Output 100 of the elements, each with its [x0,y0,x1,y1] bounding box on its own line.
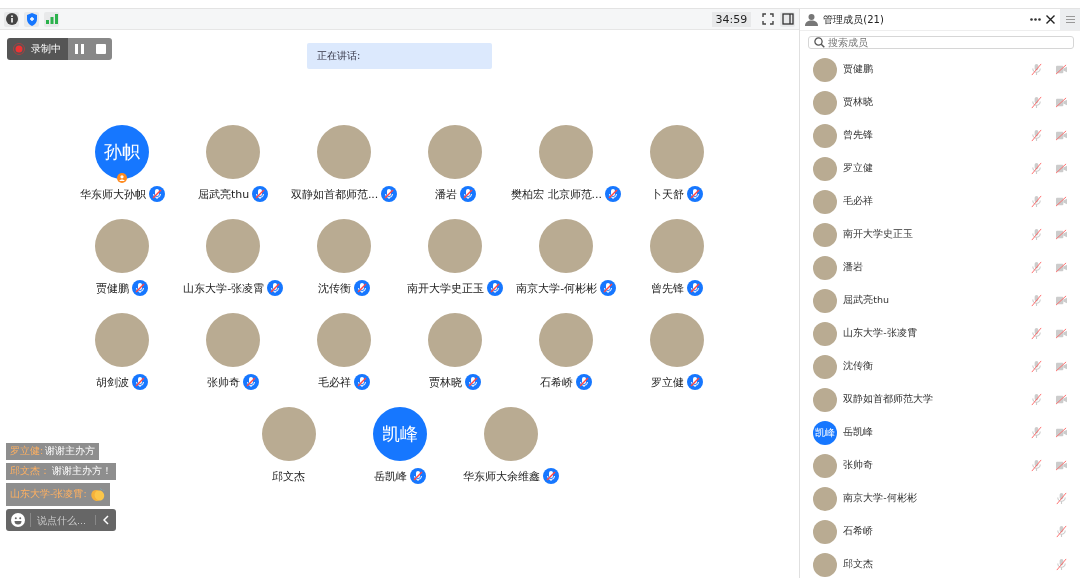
menu-icon[interactable] [1060,9,1080,30]
muted-mic-icon[interactable] [1055,558,1068,571]
camera-off-icon[interactable] [1055,196,1068,207]
avatar-photo-placeholder [95,313,150,367]
member-row[interactable]: 屈武亮thu [800,284,1080,317]
avatar-photo-placeholder [813,156,838,181]
avatar-photo-placeholder [650,313,705,367]
muted-mic-icon[interactable] [1055,492,1068,505]
member-row[interactable]: 山东大学-张凌霄 [800,317,1080,350]
participant-name: 邱文杰 [272,468,306,484]
camera-off-icon[interactable] [1055,394,1068,405]
avatar-photo-placeholder [813,255,838,280]
avatar-photo-placeholder [813,387,838,412]
avatar-photo-placeholder [813,354,838,379]
camera-off-icon[interactable] [1055,262,1068,273]
muted-mic-icon[interactable] [1030,426,1043,439]
muted-mic-icon[interactable] [1030,129,1043,142]
participant-name: 华东师大孙帜 [79,186,146,202]
avatar-photo-placeholder [428,219,483,273]
record-dot-icon [13,43,25,55]
pause-icon [74,44,84,54]
close-icon[interactable] [1046,15,1055,24]
muted-mic-icon[interactable] [1030,327,1043,340]
avatar-photo-placeholder [317,219,372,273]
member-row[interactable]: 毛必祥 [800,185,1080,218]
muted-mic-icon[interactable] [1030,96,1043,109]
chat-message: 罗立健: 谢谢主办方 [6,443,100,460]
avatar-photo-placeholder [539,219,594,273]
participant-name: 贾林晓 [429,374,463,390]
avatar-photo-placeholder [539,313,594,367]
participant-name: 石希峤 [540,374,574,390]
signal-icon[interactable] [44,11,59,27]
avatar: 凯峰 [813,420,838,445]
muted-mic-icon[interactable] [1030,294,1043,307]
member-row[interactable]: 南开大学史正玉 [800,218,1080,251]
camera-off-icon[interactable] [1055,295,1068,306]
avatar: 孙帜 [95,125,150,179]
camera-off-icon[interactable] [1055,130,1068,141]
speaking-banner: 正在讲话: [307,43,492,69]
muted-mic-icon[interactable] [1030,228,1043,241]
chat-input-bar[interactable]: 说点什么... [6,509,116,531]
search-field[interactable]: 搜索成员 [808,36,1074,49]
info-icon[interactable] [4,11,19,27]
camera-off-icon[interactable] [1055,427,1068,438]
muted-mic-icon[interactable] [1030,360,1043,373]
camera-off-icon[interactable] [1055,328,1068,339]
participant-name: 潘岩 [434,186,457,202]
avatar-photo-placeholder [206,313,261,367]
participant-name: 岳凯峰 [373,468,407,484]
avatar-photo-placeholder [650,125,705,179]
muted-mic-icon[interactable] [1030,261,1043,274]
camera-off-icon[interactable] [1055,163,1068,174]
smiley-icon[interactable] [11,513,31,527]
member-row[interactable]: 邱文杰 [800,548,1080,578]
participant-name: 毛必祥 [318,374,352,390]
search-icon [814,37,826,48]
participant-name: 胡剑波 [96,374,130,390]
avatar-photo-placeholder [428,125,483,179]
member-row[interactable]: 曾先锋 [800,119,1080,152]
participant-name: 南开大学史正玉 [407,280,485,296]
member-row[interactable]: 潘岩 [800,251,1080,284]
member-row[interactable]: 沈传衡 [800,350,1080,383]
muted-mic-icon[interactable] [1055,525,1068,538]
member-row[interactable]: 凯峰 岳凯峰 [800,416,1080,449]
member-row[interactable]: 石希峤 [800,515,1080,548]
muted-mic-icon[interactable] [1030,195,1043,208]
avatar-photo-placeholder [95,219,150,273]
more-icon[interactable] [1030,18,1041,21]
member-row[interactable]: 贾林晓 [800,86,1080,119]
member-row[interactable]: 张帅奇 [800,449,1080,482]
camera-off-icon[interactable] [1055,361,1068,372]
person-icon [805,13,819,26]
recording-indicator[interactable]: 录制中 [7,38,68,60]
muted-mic-icon[interactable] [1030,162,1043,175]
participant-name: 樊柏宏 北京师范... [511,186,603,202]
muted-mic-icon[interactable] [1030,63,1043,76]
member-row[interactable]: 贾健鹏 [800,53,1080,86]
avatar-photo-placeholder [813,222,838,247]
avatar-photo-placeholder [206,219,261,273]
fullscreen-icon[interactable] [760,11,776,27]
avatar-photo-placeholder [813,519,838,544]
shield-icon[interactable] [24,11,39,27]
member-row[interactable]: 双静如首都师范大学 [800,383,1080,416]
camera-off-icon[interactable] [1055,460,1068,471]
side-panel-icon[interactable] [780,11,796,27]
muted-mic-icon[interactable] [1030,393,1043,406]
camera-off-icon[interactable] [1055,97,1068,108]
chat-message: 邱文杰： 谢谢主办方！ [6,463,116,480]
member-row[interactable]: 南京大学-何彬彬 [800,482,1080,515]
camera-off-icon[interactable] [1055,64,1068,75]
participant-name: 山东大学-张凌霄 [183,280,265,296]
chat-input[interactable]: 说点什么... [31,514,95,526]
avatar-photo-placeholder [428,313,483,367]
avatar-photo-placeholder [813,90,838,115]
participant-name: 华东师大余维鑫 [462,468,540,484]
muted-mic-icon[interactable] [1030,459,1043,472]
chat-message: 山东大学-张凌霄: [6,483,110,506]
camera-off-icon[interactable] [1055,229,1068,240]
member-row[interactable]: 罗立健 [800,152,1080,185]
participant-name: 贾健鹏 [96,280,130,296]
